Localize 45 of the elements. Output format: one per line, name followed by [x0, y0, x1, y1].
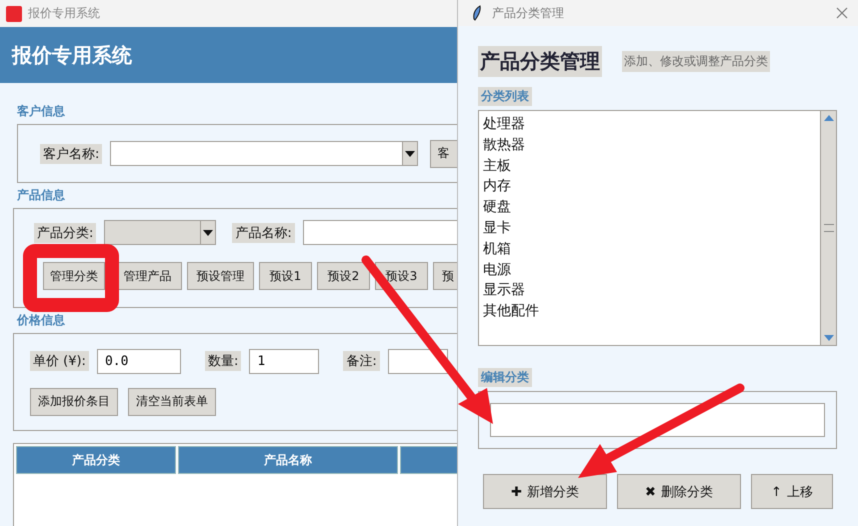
list-item[interactable]: 内存 — [483, 176, 511, 198]
toolbar-button[interactable]: 预设1 — [259, 262, 312, 290]
column-header: 产品名称 — [178, 446, 398, 474]
list-item[interactable]: 电源 — [483, 260, 511, 280]
dialog-button[interactable]: ✚ 新增分类 — [483, 474, 607, 509]
dialog-subtitle: 添加、修改或调整产品分类 — [622, 51, 770, 72]
category-input[interactable] — [490, 403, 825, 437]
section-label: 价格信息 — [17, 312, 65, 329]
app-logo-icon — [6, 6, 22, 22]
section-label: 客户信息 — [17, 103, 65, 120]
toolbar-button[interactable]: 管理分类 — [43, 262, 105, 290]
action-button[interactable]: 添加报价条目 — [30, 388, 118, 416]
dialog-heading: 产品分类管理 — [478, 46, 602, 77]
feather-icon — [472, 5, 482, 21]
field-label: 备注: — [343, 351, 380, 371]
list-item[interactable]: 硬盘 — [483, 197, 511, 218]
dialog-button[interactable]: ↑ 上移 — [751, 474, 833, 509]
scroll-grip-icon[interactable] — [824, 224, 834, 232]
list-item[interactable]: 显卡 — [483, 218, 511, 239]
column-header: 产品分类 — [16, 446, 176, 474]
input-field[interactable]: 0.0 — [96, 348, 181, 374]
app-heading: 报价专用系统 — [12, 42, 132, 68]
window-title: 产品分类管理 — [492, 4, 565, 22]
list-item[interactable]: 散热器 — [483, 134, 525, 156]
section-label: 编辑分类 — [478, 368, 532, 387]
input-field[interactable]: 1 — [249, 348, 320, 374]
toolbar-button[interactable]: 预设2 — [317, 262, 370, 290]
action-button[interactable]: 清空当前表单 — [128, 388, 216, 416]
toolbar-button[interactable]: 预设管理 — [187, 262, 254, 290]
section-label: 分类列表 — [478, 87, 532, 106]
dialog-button[interactable]: ✖ 删除分类 — [617, 474, 741, 509]
field-label: 产品名称: — [232, 222, 295, 242]
field-label: 单价 (¥): — [30, 351, 89, 371]
close-icon[interactable] — [836, 7, 848, 19]
list-item[interactable]: 机箱 — [483, 238, 511, 260]
list-item[interactable]: 其他配件 — [483, 301, 539, 322]
list-item[interactable]: 处理器 — [483, 114, 525, 135]
window-title: 报价专用系统 — [28, 5, 100, 22]
list-item[interactable]: 主板 — [483, 156, 511, 176]
field-label: 数量: — [204, 351, 242, 371]
scrollbar[interactable] — [820, 111, 836, 345]
field-label: 客户名称: — [40, 144, 102, 164]
section-label: 产品信息 — [17, 187, 65, 204]
field-label: 产品分类: — [34, 222, 96, 242]
list-item[interactable]: 显示器 — [483, 280, 525, 302]
